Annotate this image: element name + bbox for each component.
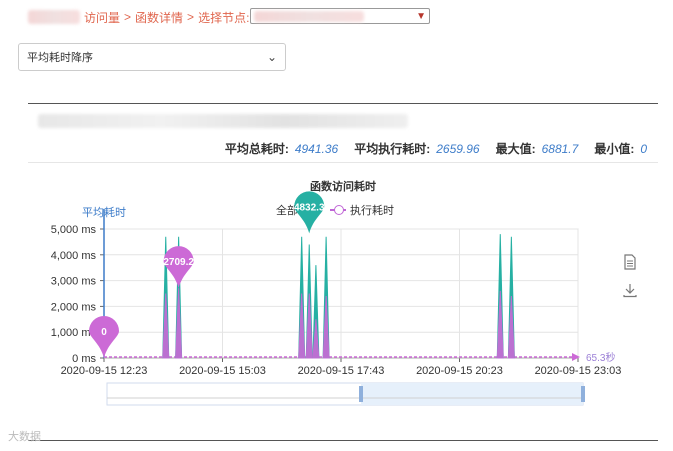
download-icon[interactable] (616, 276, 644, 304)
watermark: 大数据 (8, 431, 41, 443)
y-tick-label: 0 ms (72, 353, 96, 365)
y-tick-label: 3,000 ms (51, 276, 97, 288)
y-tick-label: 5,000 ms (51, 224, 97, 236)
y-tick-label: 2,000 ms (51, 301, 97, 313)
total-marker-label: 4832.3 (294, 202, 325, 213)
bottom-divider (28, 440, 658, 441)
x-tick-label: 2020-09-15 23:03 (535, 365, 622, 377)
zoom-slider-handle[interactable] (359, 386, 363, 402)
zoom-slider-handle[interactable] (581, 386, 585, 402)
exec-marker-label: 2709.2 (163, 257, 194, 268)
x-tick-label: 2020-09-15 15:03 (179, 365, 266, 377)
document-icon[interactable] (616, 248, 644, 276)
zoom-slider-window[interactable] (361, 383, 583, 405)
x-tick-label: 2020-09-15 20:23 (416, 365, 503, 377)
x-axis-arrow (572, 353, 580, 361)
chart-svg: 5,000 ms4,000 ms3,000 ms2,000 ms1,000 ms… (51, 191, 622, 406)
x-tick-label: 2020-09-15 17:43 (298, 365, 385, 377)
exec-marker-label: 0 (101, 327, 107, 338)
y-tick-label: 4,000 ms (51, 250, 97, 262)
x-end-label: 65.3秒 (586, 351, 615, 364)
x-tick-label: 2020-09-15 12:23 (61, 365, 148, 377)
